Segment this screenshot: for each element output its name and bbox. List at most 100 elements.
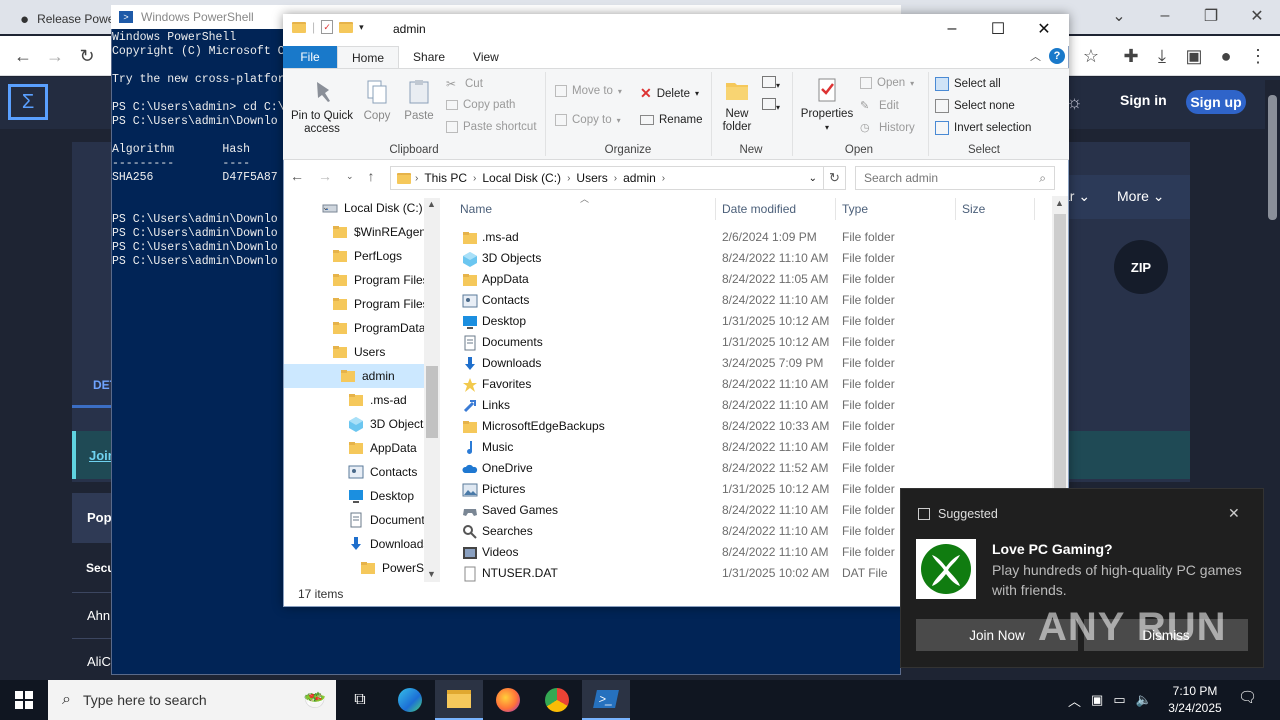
file-row[interactable]: AppData 8/24/2022 11:05 AM File folder	[456, 269, 1052, 290]
pin-quick-access-button[interactable]: Pin to Quick access	[290, 78, 354, 136]
open-button[interactable]: Open ▾	[860, 77, 914, 89]
firefox-button[interactable]	[484, 680, 532, 720]
tab-view[interactable]: View	[459, 46, 513, 68]
file-row[interactable]: Documents 1/31/2025 10:12 AM File folder	[456, 332, 1052, 353]
nav-item-desktop[interactable]: Desktop	[284, 484, 424, 508]
file-row[interactable]: Favorites 8/24/2022 11:10 AM File folder	[456, 374, 1052, 395]
browser-tab[interactable]: ● Release Powe	[8, 4, 118, 34]
column-header-name[interactable]: Name	[460, 202, 492, 216]
new-folder-button[interactable]: New folder	[716, 76, 758, 134]
back-icon[interactable]: ←	[10, 44, 36, 68]
rename-button[interactable]: Rename	[640, 114, 702, 126]
new-item-icon[interactable]: ▾	[762, 76, 780, 91]
sidebar-icon[interactable]: ▣	[1181, 44, 1207, 68]
nav-item-3d-objects[interactable]: 3D Objects	[284, 412, 429, 436]
column-separator[interactable]	[955, 198, 956, 220]
column-header-size[interactable]: Size	[962, 202, 985, 216]
refresh-button[interactable]: ↻	[824, 166, 846, 190]
column-header-date[interactable]: Date modified	[722, 202, 796, 216]
select-all-button[interactable]: Select all	[935, 77, 1001, 91]
properties-qa-icon[interactable]: ✓	[321, 20, 334, 34]
file-row[interactable]: OneDrive 8/24/2022 11:52 AM File folder	[456, 458, 1052, 479]
nav-item-documents[interactable]: Documents	[284, 508, 431, 532]
file-row[interactable]: MicrosoftEdgeBackups 8/24/2022 10:33 AM Fi…	[456, 416, 1052, 437]
nav-item-appdata[interactable]: AppData	[284, 436, 424, 460]
close-icon[interactable]: ✕	[1021, 14, 1067, 44]
nav-item-admin[interactable]: admin	[284, 364, 424, 388]
signin-link[interactable]: Sign in	[1120, 92, 1167, 108]
meet-now-icon[interactable]: ▣	[1091, 692, 1103, 708]
delete-button[interactable]: ✕ Delete ▾	[640, 85, 699, 102]
powershell-taskbar-button[interactable]: >_	[582, 680, 630, 720]
profile-icon[interactable]: ●	[1213, 44, 1239, 68]
network-icon[interactable]: ▭	[1113, 692, 1125, 708]
chevron-up-icon[interactable]: ︿	[1068, 691, 1081, 710]
recent-locations-icon[interactable]: ⌄	[346, 171, 354, 182]
nav-scroll-down-icon[interactable]: ▼	[427, 569, 436, 579]
history-button[interactable]: ◷ History	[860, 121, 915, 135]
tab-file[interactable]: File	[283, 46, 337, 68]
file-explorer-taskbar-button[interactable]	[435, 680, 483, 720]
nav-item-powersp[interactable]: PowerSp	[284, 556, 431, 580]
file-row[interactable]: Desktop 1/31/2025 10:12 AM File folder	[456, 311, 1052, 332]
file-row[interactable]: 3D Objects 8/24/2022 11:10 AM File folder	[456, 248, 1052, 269]
tab-home[interactable]: Home	[337, 46, 400, 68]
minimize-icon[interactable]: –	[929, 14, 975, 44]
file-row[interactable]: Music 8/24/2022 11:10 AM File folder	[456, 437, 1052, 458]
move-to-button[interactable]: Move to ▾	[555, 85, 622, 97]
close-icon[interactable]: ✕	[1234, 0, 1280, 32]
address-dropdown-icon[interactable]: ⌄	[809, 173, 817, 184]
copy-to-button[interactable]: Copy to ▾	[555, 114, 621, 126]
invert-selection-button[interactable]: Invert selection	[935, 121, 1031, 135]
chrome-button[interactable]	[533, 680, 581, 720]
search-input[interactable]: Search admin ⌕	[855, 166, 1055, 190]
breadcrumb-this-pc[interactable]: This PC	[418, 171, 473, 185]
easy-access-icon[interactable]: ▾	[762, 98, 780, 113]
nav-item-users[interactable]: Users	[284, 340, 424, 364]
taskbar-search-input[interactable]: ⌕ Type here to search 🥗	[48, 680, 336, 720]
reload-icon[interactable]: ↻	[74, 44, 100, 68]
edge-button[interactable]	[386, 680, 434, 720]
notification-close-icon[interactable]: ✕	[1228, 505, 1240, 522]
column-separator[interactable]	[835, 198, 836, 220]
breadcrumb-admin[interactable]: admin	[617, 171, 662, 185]
qa-dropdown-icon[interactable]: ▾	[359, 22, 364, 33]
column-separator[interactable]	[715, 198, 716, 220]
paste-shortcut-button[interactable]: Paste shortcut	[446, 121, 537, 133]
restore-icon[interactable]: ❐	[1188, 0, 1234, 32]
chevron-right-icon[interactable]: ›	[662, 173, 665, 184]
edit-button[interactable]: ✎ Edit	[860, 99, 899, 113]
nav-item-winreagent[interactable]: $WinREAgent	[284, 220, 429, 244]
expand-chevron-icon[interactable]: ⌄	[322, 202, 330, 213]
file-row[interactable]: .ms-ad 2/6/2024 1:09 PM File folder	[456, 227, 1052, 248]
more-menu[interactable]: More ⌄	[1117, 188, 1165, 205]
select-none-button[interactable]: Select none	[935, 99, 1015, 113]
nav-item-ms-ad[interactable]: .ms-ad	[284, 388, 424, 412]
start-button[interactable]	[0, 680, 48, 720]
collapse-ribbon-icon[interactable]: ︿	[1030, 48, 1041, 64]
nav-item-programdata[interactable]: ProgramData	[284, 316, 425, 340]
copy-button[interactable]: Copy	[358, 78, 396, 123]
breadcrumb-users[interactable]: Users	[570, 171, 613, 185]
nav-scrollbar-thumb[interactable]	[426, 366, 438, 438]
minimize-icon[interactable]: –	[1142, 0, 1188, 32]
up-icon[interactable]: ↑	[368, 168, 375, 184]
column-header-type[interactable]: Type	[842, 202, 868, 216]
taskbar-clock[interactable]: 7:10 PM 3/24/2025	[1160, 683, 1230, 717]
download-icon[interactable]: ⤓	[1149, 44, 1175, 68]
file-row[interactable]: Links 8/24/2022 11:10 AM File folder	[456, 395, 1052, 416]
extensions-icon[interactable]: ✚	[1118, 44, 1144, 68]
page-scrollbar-thumb[interactable]	[1268, 95, 1277, 220]
chevron-down-icon[interactable]: ⌄	[1096, 0, 1142, 32]
new-folder-qa-icon[interactable]	[339, 21, 354, 33]
bookmark-star-icon[interactable]: ☆	[1078, 44, 1104, 68]
nav-item-program-files[interactable]: Program Files	[284, 292, 429, 316]
forward-icon[interactable]: →	[42, 44, 68, 68]
help-icon[interactable]: ?	[1049, 48, 1065, 64]
nav-item-local-disk-c[interactable]: Local Disk (C:)	[284, 196, 424, 220]
nav-item-perflogs[interactable]: PerfLogs	[284, 244, 424, 268]
site-logo[interactable]: Σ	[8, 84, 48, 120]
cut-button[interactable]: ✂ Cut	[446, 77, 483, 91]
volume-icon[interactable]: 🔈	[1136, 692, 1152, 708]
copy-path-button[interactable]: Copy path	[446, 99, 515, 111]
